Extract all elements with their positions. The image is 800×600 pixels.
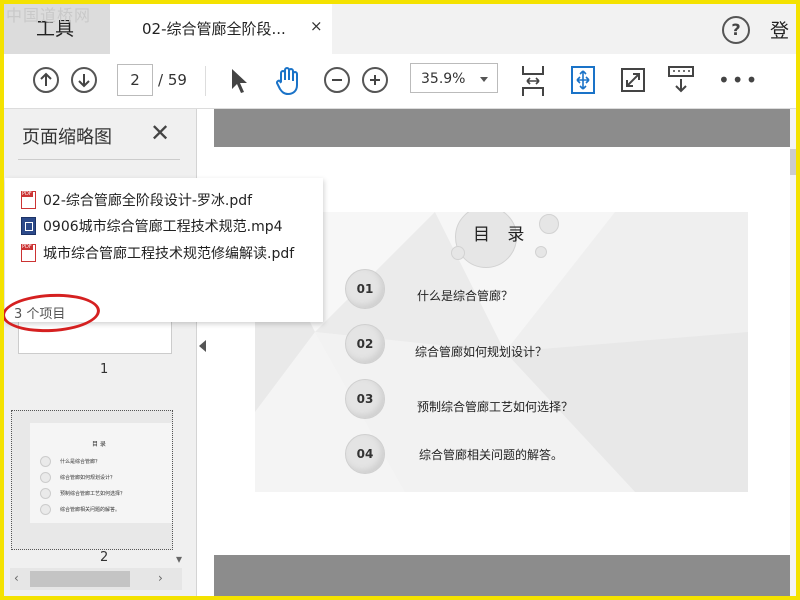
video-file-icon: [21, 217, 36, 235]
page-number-input[interactable]: 2: [117, 64, 153, 96]
toc-item: 综合管廊如何规划设计？: [415, 345, 548, 359]
panel-title: 页面缩略图: [22, 127, 112, 148]
scrollbar-thumb[interactable]: [790, 149, 800, 175]
thumbnail-slide-preview: 目 录 什么是综合管廊？ 综合管廊如何规划设计？ 预制综合管廊工艺如何选择？ 综…: [30, 423, 172, 523]
thumbnail-item: 综合管廊相关问题的解答。: [60, 507, 121, 513]
zoom-select[interactable]: 35.9%: [410, 63, 498, 93]
decor-bubble: [451, 246, 465, 260]
zoom-value: 35.9%: [421, 71, 466, 87]
thumbnail-number-bubble: [40, 488, 51, 499]
fit-width-icon[interactable]: [569, 65, 597, 95]
fit-page-icon[interactable]: [519, 64, 547, 98]
thumbnail-item: 预制综合管廊工艺如何选择？: [60, 491, 126, 497]
file-name: 0906城市综合管廊工程技术规范.mp4: [43, 219, 283, 235]
scrollbar-thumb[interactable]: [30, 571, 130, 587]
item-number-bubble: 01: [345, 269, 385, 309]
thumbnail-item: 综合管廊如何规划设计？: [60, 475, 116, 481]
watermark: 中国道桥网: [6, 6, 92, 25]
page-gap: [214, 109, 790, 147]
horizontal-scrollbar[interactable]: ‹ ›: [10, 568, 182, 590]
page-total: / 59: [158, 71, 187, 89]
collapse-panel-icon[interactable]: [199, 340, 206, 352]
read-mode-icon[interactable]: [667, 65, 695, 95]
panel-close-icon[interactable]: ✕: [150, 119, 170, 147]
item-number-bubble: 02: [345, 324, 385, 364]
toc-item: 综合管廊相关问题的解答。: [419, 448, 564, 462]
file-name: 城市综合管廊工程技术规范修编解读.pdf: [43, 246, 295, 262]
divider: [18, 159, 180, 160]
slide-content: 目 录 01 什么是综合管廊？ 02 综合管廊如何规划设计？ 03 预制综合管廊…: [255, 212, 748, 492]
more-icon[interactable]: •••: [718, 68, 759, 92]
thumbnail-number-bubble: [40, 504, 51, 515]
select-pointer-icon[interactable]: [229, 67, 249, 95]
decor-bubble: [539, 214, 559, 234]
thumbnail-title: 目 录: [92, 441, 106, 448]
scroll-left-icon[interactable]: ‹: [14, 571, 19, 585]
sign-in-button[interactable]: 登: [770, 16, 789, 43]
toc-item: 什么是综合管廊？: [417, 289, 514, 303]
page-thumbnail-label: 2: [100, 550, 109, 565]
pdf-file-icon: [21, 191, 36, 209]
next-page-icon[interactable]: [71, 67, 97, 93]
thumbnail-item: 什么是综合管廊？: [60, 459, 101, 465]
scroll-down-icon[interactable]: ▾: [176, 552, 182, 566]
divider: [205, 66, 206, 96]
thumbnail-number-bubble: [40, 456, 51, 467]
help-icon[interactable]: ?: [722, 16, 750, 44]
chevron-down-icon: [480, 77, 488, 82]
zoom-out-icon[interactable]: [324, 67, 350, 93]
tab-document-label: 02-综合管廊全阶段...: [142, 20, 286, 38]
toolbar: 2 / 59 35.9% •••: [0, 54, 800, 109]
slide-title: 目 录: [473, 225, 531, 245]
zoom-in-icon[interactable]: [362, 67, 388, 93]
tab-close-icon[interactable]: ×: [310, 17, 323, 35]
scroll-right-icon[interactable]: ›: [158, 571, 163, 585]
item-number-bubble: 03: [345, 379, 385, 419]
full-screen-icon[interactable]: [620, 67, 646, 93]
page-thumbnail-2[interactable]: 目 录 什么是综合管廊？ 综合管廊如何规划设计？ 预制综合管廊工艺如何选择？ 综…: [11, 410, 173, 550]
page-thumbnail-label: 1: [100, 362, 109, 377]
file-name: 02-综合管廊全阶段设计-罗冰.pdf: [43, 193, 253, 209]
pdf-file-icon: [21, 244, 36, 262]
decor-bubble: [535, 246, 547, 258]
tab-document[interactable]: 02-综合管廊全阶段... ×: [110, 0, 332, 54]
hand-tool-icon[interactable]: [272, 65, 304, 97]
thumbnail-number-bubble: [40, 472, 51, 483]
item-number-bubble: 04: [345, 434, 385, 474]
page-gap: [214, 555, 790, 600]
tab-bar: 工具 02-综合管廊全阶段... × ? 登: [0, 0, 800, 55]
prev-page-icon[interactable]: [33, 67, 59, 93]
document-scrollbar[interactable]: [790, 109, 800, 600]
toc-item: 预制综合管廊工艺如何选择？: [417, 400, 574, 414]
